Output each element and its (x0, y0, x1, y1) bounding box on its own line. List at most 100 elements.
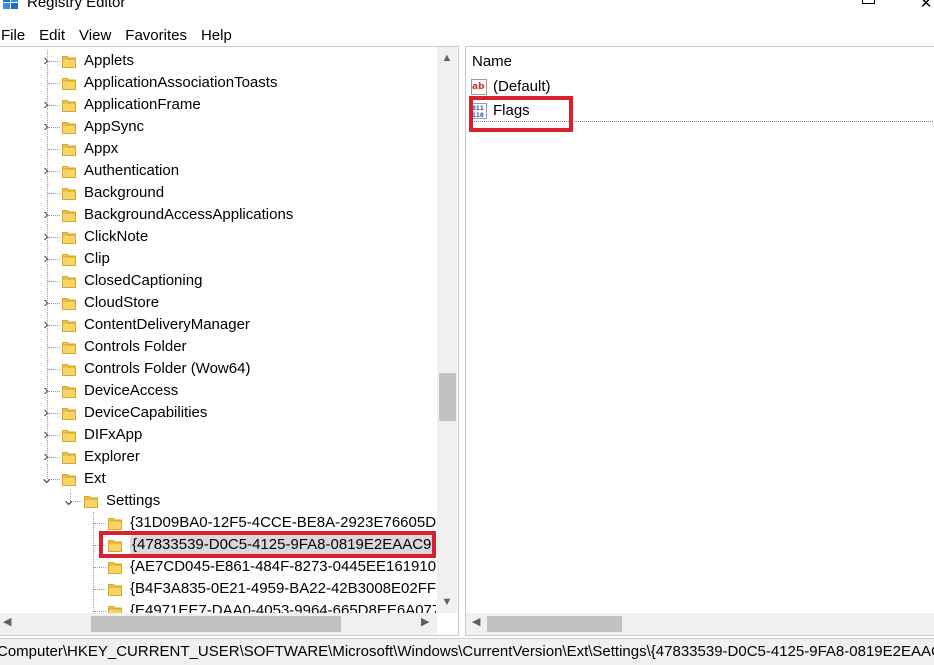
tree-item[interactable]: › ApplicationFrame (0, 94, 436, 116)
tree-item-label: {47833539-D0C5-4125-9FA8-0819E2EAAC93} (130, 534, 436, 556)
chevron-right-icon[interactable]: › (40, 402, 52, 424)
tree-item-label: Authentication (84, 162, 180, 179)
tree-item[interactable]: › Applets (0, 50, 436, 72)
folder-icon (62, 164, 76, 178)
tree-item[interactable]: › DIFxApp (0, 424, 436, 446)
tree-item[interactable]: ApplicationAssociationToasts (0, 72, 436, 94)
folder-icon (62, 120, 76, 134)
tree-item[interactable]: {B4F3A835-0E21-4959-BA22-42B3008E02FF} (0, 578, 436, 600)
scroll-left-arrow-icon[interactable]: ◀ (3, 615, 11, 628)
chevron-right-icon[interactable]: › (40, 424, 52, 446)
tree-vertical-scrollbar[interactable]: ▲ ▼ (437, 47, 457, 613)
folder-icon (62, 472, 76, 486)
chevron-right-icon[interactable]: › (40, 446, 52, 468)
folder-icon (62, 384, 76, 398)
tree-item-label: BackgroundAccessApplications (84, 206, 294, 223)
tree-item-label: Ext (84, 470, 106, 487)
tree-connector-line (48, 83, 60, 84)
tree-item[interactable]: ClosedCaptioning (0, 270, 436, 292)
menu-favorites[interactable]: Favorites (125, 24, 195, 46)
tree-item[interactable]: Controls Folder (0, 336, 436, 358)
folder-icon (62, 362, 76, 376)
chevron-right-icon[interactable]: › (40, 292, 52, 314)
scroll-right-arrow-icon[interactable]: ▶ (421, 615, 429, 628)
svg-text:110: 110 (472, 111, 484, 119)
tree-item[interactable]: › ClickNote (0, 226, 436, 248)
values-horizontal-scrollbar[interactable]: ◀ (466, 613, 934, 635)
folder-icon (108, 582, 122, 596)
tree-connector-line (94, 589, 106, 590)
maximize-button[interactable] (845, 0, 891, 14)
tree-item-label: Explorer (84, 448, 140, 465)
svg-text:ab: ab (472, 82, 485, 92)
chevron-down-icon[interactable]: ⌄ (62, 490, 75, 512)
key-tree: › Applets ApplicationAssociationToasts › App… (0, 50, 436, 616)
folder-icon (62, 186, 76, 200)
tree-item-label: Appx (84, 140, 119, 157)
tree-horizontal-scrollbar[interactable]: ◀ ▶ (0, 613, 437, 635)
tree-item[interactable]: › DeviceAccess (0, 380, 436, 402)
chevron-right-icon[interactable]: › (40, 50, 52, 72)
folder-icon (84, 494, 98, 508)
tree-item-label: DeviceAccess (84, 382, 179, 399)
tree-item[interactable]: ⌄ Settings (0, 490, 436, 512)
tree-item-selected[interactable]: {47833539-D0C5-4125-9FA8-0819E2EAAC93} (0, 534, 436, 556)
chevron-right-icon[interactable]: › (40, 226, 52, 248)
tree-item-label: Clip (84, 250, 110, 267)
chevron-right-icon[interactable]: › (40, 116, 52, 138)
chevron-right-icon[interactable]: › (40, 204, 52, 226)
chevron-right-icon[interactable]: › (40, 314, 52, 336)
menu-help[interactable]: Help (201, 24, 240, 46)
tree-item[interactable]: › Authentication (0, 160, 436, 182)
chevron-right-icon[interactable]: › (40, 160, 52, 182)
menu-view[interactable]: View (79, 24, 119, 46)
tree-connector-line (48, 193, 60, 194)
tree-hscroll-thumb[interactable] (91, 616, 341, 632)
tree-item[interactable]: ⌄ Ext (0, 468, 436, 490)
tree-item[interactable]: › Clip (0, 248, 436, 270)
tree-item-label: Background (84, 184, 165, 201)
tree-item[interactable]: {31D09BA0-12F5-4CCE-BE8A-2923E76605DA} (0, 512, 436, 534)
scroll-down-arrow-icon[interactable]: ▼ (437, 593, 457, 611)
folder-icon (62, 208, 76, 222)
tree-item[interactable]: › ContentDeliveryManager (0, 314, 436, 336)
binary-value-icon: 011 110 (471, 103, 487, 119)
tree-connector-line (94, 567, 106, 568)
tree-item[interactable]: › Explorer (0, 446, 436, 468)
folder-icon (62, 252, 76, 266)
tree-item[interactable]: › BackgroundAccessApplications (0, 204, 436, 226)
tree-item[interactable]: Background (0, 182, 436, 204)
scroll-up-arrow-icon[interactable]: ▲ (437, 49, 457, 67)
chevron-right-icon[interactable]: › (40, 248, 52, 270)
folder-icon (62, 318, 76, 332)
tree-item[interactable]: Controls Folder (Wow64) (0, 358, 436, 380)
tree-item[interactable]: › AppSync (0, 116, 436, 138)
tree-connector-line (48, 369, 60, 370)
values-hscroll-thumb[interactable] (487, 616, 622, 632)
scroll-left-arrow-icon[interactable]: ◀ (472, 615, 480, 628)
tree-item[interactable]: › DeviceCapabilities (0, 402, 436, 424)
menu-file[interactable]: File (0, 24, 33, 46)
menu-edit[interactable]: Edit (39, 24, 73, 46)
tree-item-label: Controls Folder (Wow64) (84, 360, 251, 377)
tree-item-label: {AE7CD045-E861-484F-8273-0445EE161910} (130, 558, 436, 575)
column-header-name[interactable]: Name (472, 53, 512, 70)
tree-item[interactable]: Appx (0, 138, 436, 160)
minimize-button[interactable] (785, 0, 831, 14)
tree-connector-line (48, 281, 60, 282)
chevron-right-icon[interactable]: › (40, 380, 52, 402)
tree-item[interactable]: › CloudStore (0, 292, 436, 314)
status-bar: Computer\HKEY_CURRENT_USER\SOFTWARE\Micr… (0, 638, 934, 665)
close-button[interactable]: ✕ (903, 0, 934, 14)
chevron-right-icon[interactable]: › (40, 94, 52, 116)
chevron-down-icon[interactable]: ⌄ (40, 468, 53, 490)
folder-icon (108, 538, 122, 552)
tree-scroll-thumb[interactable] (439, 373, 456, 421)
folder-icon (62, 274, 76, 288)
tree-connector-line (94, 523, 106, 524)
tree-item[interactable]: {AE7CD045-E861-484F-8273-0445EE161910} (0, 556, 436, 578)
tree-item-label: ContentDeliveryManager (84, 316, 250, 333)
folder-icon (108, 516, 122, 530)
folder-icon (62, 230, 76, 244)
tree-item-label: {B4F3A835-0E21-4959-BA22-42B3008E02FF} (130, 580, 436, 597)
